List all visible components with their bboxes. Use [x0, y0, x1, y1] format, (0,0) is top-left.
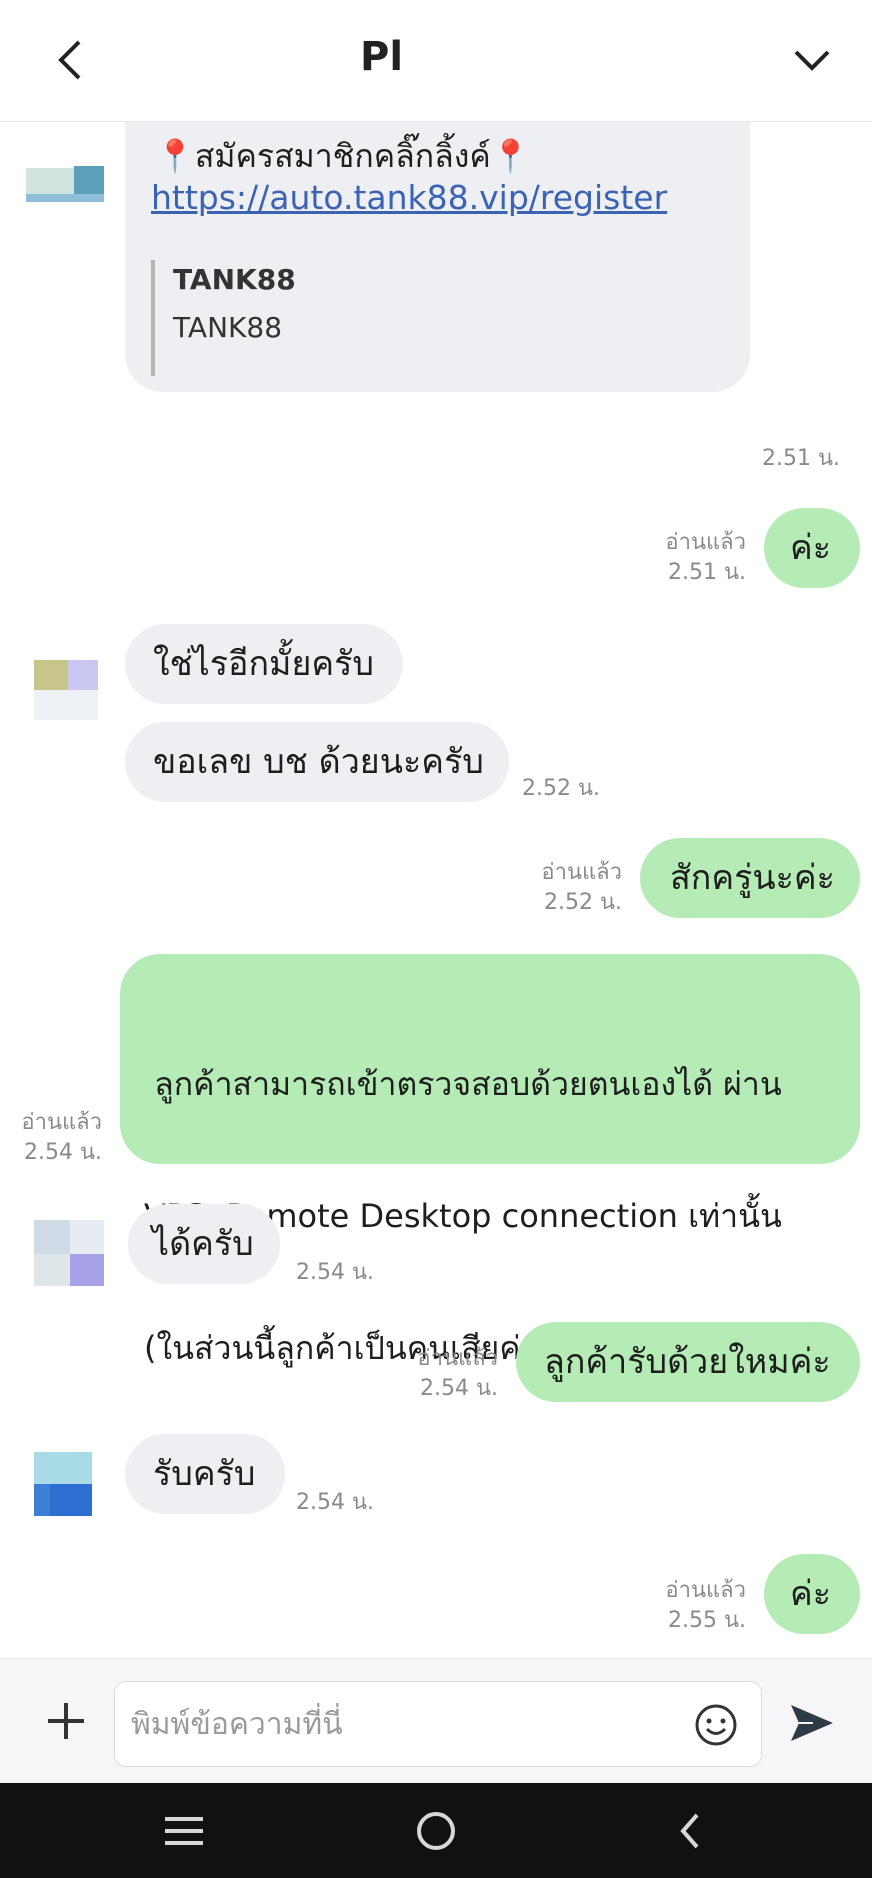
read-status: อ่านแล้ว 2.54 น.: [10, 1108, 102, 1168]
read-label: อ่านแล้ว: [665, 530, 746, 555]
home-circle-icon: [417, 1812, 455, 1850]
read-label: อ่านแล้ว: [21, 1110, 102, 1135]
chat-title: Pl: [360, 34, 404, 80]
message-time: 2.54 น.: [296, 1490, 375, 1515]
home-button[interactable]: [406, 1803, 466, 1859]
incoming-message[interactable]: ใช่ไรอีกมั้ยครับ: [125, 624, 403, 704]
read-status: อ่านแล้ว 2.52 น.: [512, 858, 622, 918]
message-text: สักครู่นะค่ะ: [670, 858, 835, 898]
incoming-message[interactable]: ขอเลข บช ด้วยนะครับ: [125, 722, 509, 802]
send-icon: [791, 1705, 833, 1741]
message-time: 2.52 น.: [543, 890, 622, 915]
message-time: 2.52 น.: [522, 776, 601, 801]
incoming-message[interactable]: ได้ครับ: [128, 1204, 280, 1284]
message-line: ลูกค้าสามารถเข้าตรวจสอบด้วยตนเองได้ ผ่าน: [144, 1065, 782, 1103]
back-button[interactable]: [40, 30, 100, 90]
plus-icon: [48, 1703, 84, 1739]
preview-text: TANK88: [173, 311, 283, 344]
smiley-icon: [695, 1704, 737, 1746]
send-button[interactable]: [782, 1693, 842, 1753]
message-text: ได้ครับ: [152, 1224, 254, 1264]
register-link[interactable]: https://auto.tank88.vip/register: [151, 176, 667, 220]
avatar[interactable]: [34, 652, 100, 722]
preview-title: TANK88: [173, 263, 296, 296]
message-text: รับครับ: [153, 1454, 256, 1494]
avatar[interactable]: [26, 142, 106, 212]
message-text: ขอเลข บช ด้วยนะครับ: [153, 742, 484, 782]
menu-lines-icon: [165, 1817, 203, 1845]
message-composer: [0, 1658, 872, 1783]
message-time: 2.51 น.: [762, 446, 841, 471]
message-text: ลูกค้ารับด้วยใหมค่ะ: [544, 1342, 831, 1382]
add-attachment-button[interactable]: [36, 1691, 96, 1751]
message-input-wrapper: [114, 1681, 762, 1767]
chevron-down-icon: [794, 50, 830, 71]
chat-menu-button[interactable]: [782, 30, 842, 90]
outgoing-message[interactable]: ค่ะ: [764, 1554, 860, 1634]
read-status: อ่านแล้ว 2.55 น.: [640, 1576, 746, 1636]
chevron-left-icon: [58, 40, 81, 80]
message-text: 📍สมัครสมาชิกคลิ๊กลิ้งค์📍: [155, 137, 531, 175]
system-navigation-bar: [0, 1783, 872, 1878]
read-label: อ่านแล้ว: [665, 1578, 746, 1603]
read-status: อ่านแล้ว 2.51 น.: [640, 528, 746, 588]
outgoing-message-long[interactable]: ลูกค้าสามารถเข้าตรวจสอบด้วยตนเองได้ ผ่าน…: [120, 954, 860, 1499]
message-text: ใช่ไรอีกมั้ยครับ: [153, 644, 374, 684]
message-time: 2.54 น.: [419, 1376, 498, 1401]
emoji-button[interactable]: [691, 1700, 741, 1750]
chevron-left-icon: [680, 1813, 699, 1849]
message-time: 2.55 น.: [667, 1608, 746, 1633]
link-preview[interactable]: TANK88 TANK88: [151, 260, 551, 376]
message-time: 2.54 น.: [296, 1260, 375, 1285]
message-time: 2.54 น.: [23, 1140, 102, 1165]
avatar[interactable]: [34, 1210, 106, 1290]
outgoing-message[interactable]: ค่ะ: [764, 508, 860, 588]
incoming-message-link[interactable]: 📍สมัครสมาชิกคลิ๊กลิ้งค์📍 https://auto.ta…: [125, 122, 750, 392]
read-label: อ่านแล้ว: [541, 860, 622, 885]
outgoing-message[interactable]: สักครู่นะค่ะ: [640, 838, 860, 918]
system-back-button[interactable]: [660, 1803, 720, 1859]
message-time: 2.51 น.: [667, 560, 746, 585]
avatar[interactable]: [34, 1438, 94, 1530]
message-text: ค่ะ: [790, 1574, 832, 1614]
incoming-message[interactable]: รับครับ: [125, 1434, 285, 1514]
message-list[interactable]: 📍สมัครสมาชิกคลิ๊กลิ้งค์📍 https://auto.ta…: [0, 122, 872, 1658]
outgoing-message[interactable]: ลูกค้ารับด้วยใหมค่ะ: [516, 1322, 860, 1402]
message-input[interactable]: [131, 1698, 671, 1750]
message-text: ค่ะ: [790, 528, 832, 568]
read-status: อ่านแล้ว 2.54 น.: [388, 1344, 498, 1404]
recents-button[interactable]: [154, 1803, 214, 1859]
chat-header: Pl: [0, 0, 872, 122]
read-label: อ่านแล้ว: [417, 1346, 498, 1371]
